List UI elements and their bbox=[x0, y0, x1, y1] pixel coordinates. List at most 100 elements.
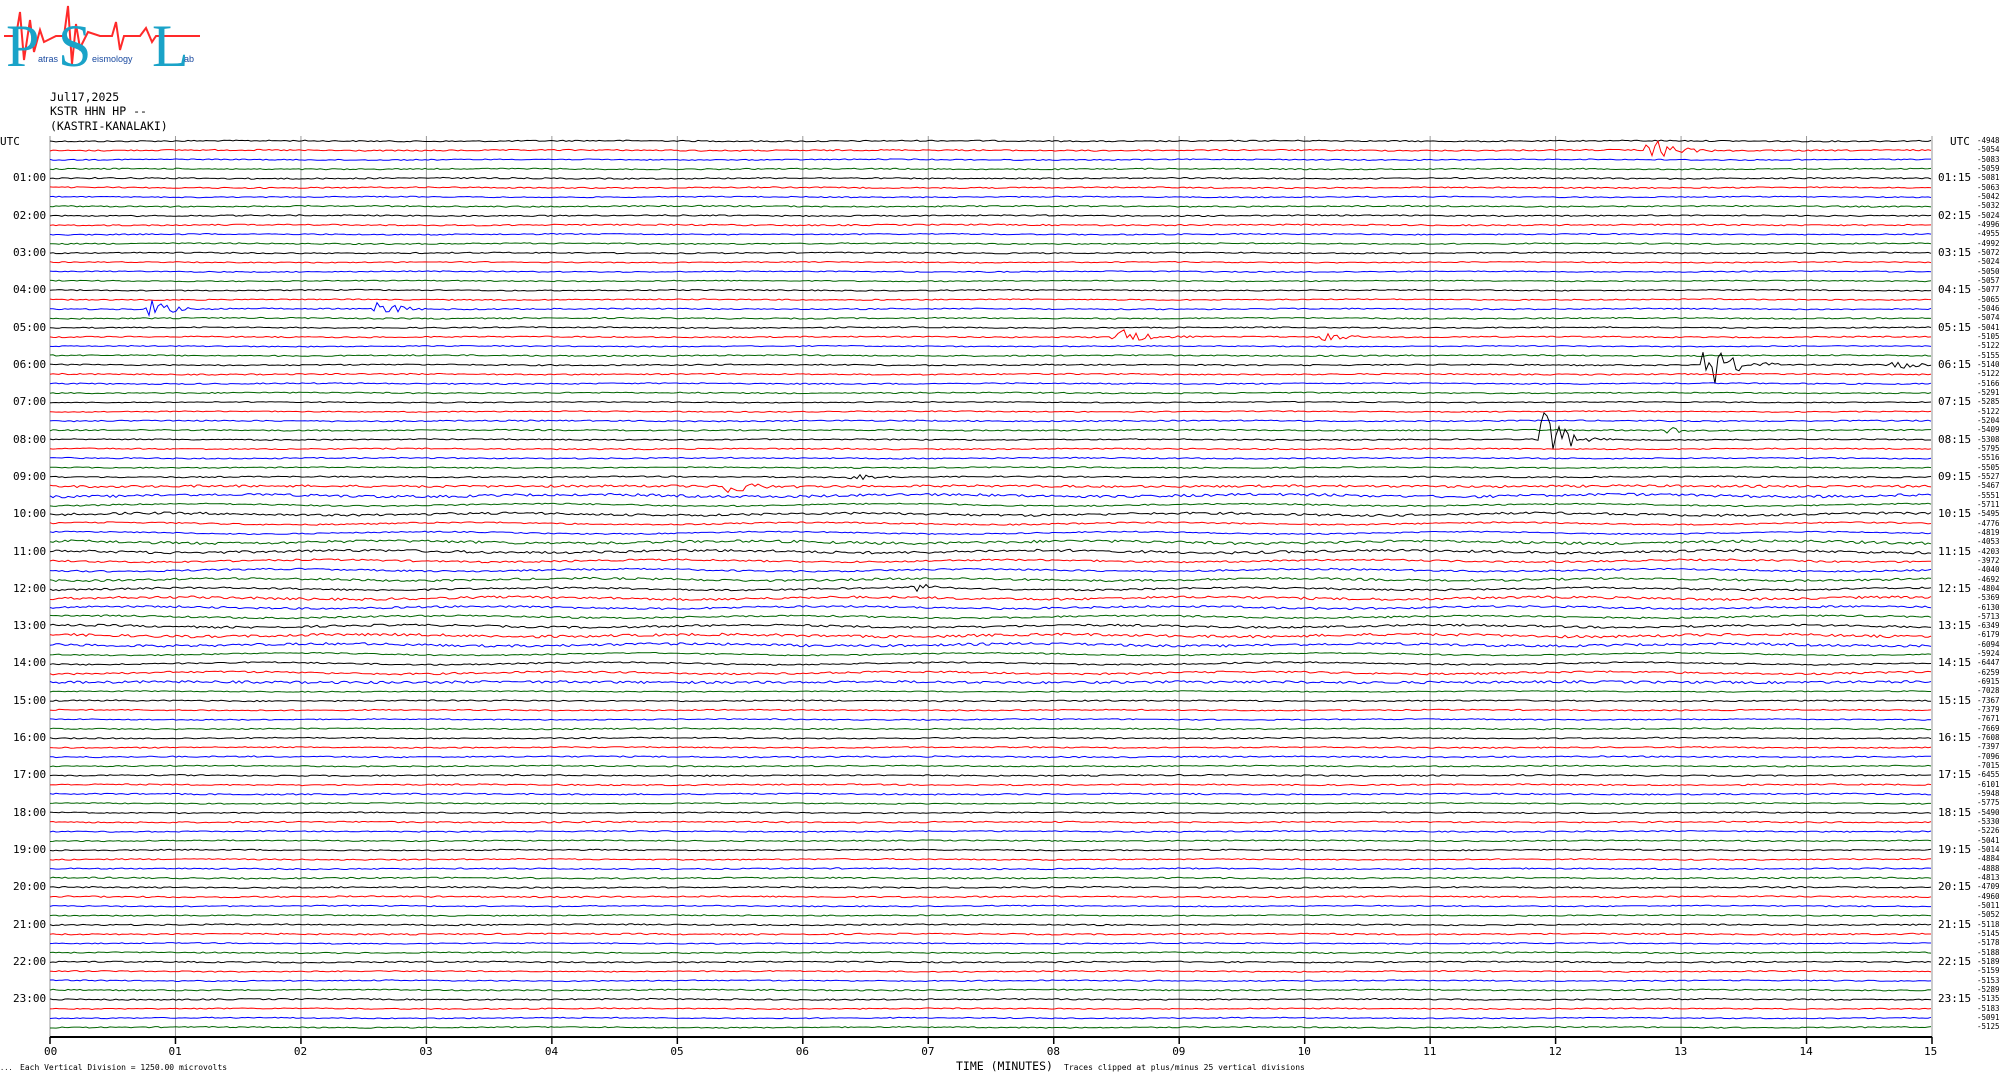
trace-offset-value: -5135 bbox=[1977, 994, 2000, 1004]
trace-offset-value: -3972 bbox=[1977, 555, 2000, 565]
trace-60 bbox=[49, 699, 1932, 703]
trace-74 bbox=[49, 829, 1932, 833]
trace-offset-value: -5495 bbox=[1977, 509, 2000, 519]
trace-offset-value: -5775 bbox=[1977, 798, 2000, 808]
left-hour-label: 09:00 bbox=[13, 469, 47, 483]
trace-offset-value: -4819 bbox=[1977, 527, 2000, 537]
trace-89 bbox=[49, 969, 1932, 973]
trace-offset-value: -4884 bbox=[1977, 854, 2000, 864]
trace-4 bbox=[49, 176, 1932, 180]
trace-17 bbox=[49, 298, 1932, 301]
trace-77 bbox=[49, 857, 1932, 861]
x-tick-label: 05 bbox=[670, 1045, 684, 1058]
trace-offset-value: -6259 bbox=[1977, 667, 2000, 677]
right-hour-label: 16:15 bbox=[1938, 731, 1972, 745]
trace-offset-value: -5711 bbox=[1977, 499, 2000, 509]
trace-35 bbox=[50, 466, 1932, 469]
trace-10 bbox=[49, 232, 1932, 236]
left-hour-label: 23:00 bbox=[13, 992, 47, 1006]
trace-3 bbox=[49, 167, 1932, 171]
trace-offset-value: -4692 bbox=[1977, 574, 2000, 584]
right-hour-label: 10:15 bbox=[1938, 507, 1972, 521]
trace-43 bbox=[49, 539, 1932, 546]
corner-mark: ... bbox=[0, 1064, 13, 1072]
trace-36 bbox=[49, 473, 1932, 481]
trace-offset-value: -5042 bbox=[1977, 191, 2000, 201]
trace-57 bbox=[49, 670, 1932, 676]
left-hour-label: 06:00 bbox=[13, 357, 47, 371]
trace-16 bbox=[49, 288, 1932, 292]
trace-offset-value: -7096 bbox=[1977, 751, 2000, 761]
trace-offset-value: -5924 bbox=[1977, 649, 2000, 659]
trace-offset-value: -5122 bbox=[1977, 369, 2000, 379]
trace-55 bbox=[49, 651, 1932, 657]
trace-offset-value: -6101 bbox=[1977, 779, 2000, 789]
trace-38 bbox=[49, 492, 1932, 499]
trace-30 bbox=[49, 419, 1932, 423]
left-hour-label: 15:00 bbox=[13, 693, 47, 707]
trace-offset-value: -5467 bbox=[1977, 481, 2000, 491]
trace-offset-value: -5122 bbox=[1977, 406, 2000, 416]
trace-offset-value: -5014 bbox=[1977, 845, 2000, 855]
logo-text-eismology: eismology bbox=[92, 54, 133, 64]
trace-offset-value: -5551 bbox=[1977, 490, 2000, 500]
left-hour-label: 12:00 bbox=[13, 581, 47, 595]
trace-offset-value: -7379 bbox=[1977, 705, 2000, 715]
trace-11 bbox=[49, 242, 1932, 246]
trace-offset-value: -5516 bbox=[1977, 453, 2000, 463]
left-hour-label: 08:00 bbox=[13, 432, 47, 446]
right-hour-label: 17:15 bbox=[1938, 768, 1972, 782]
trace-83 bbox=[49, 914, 1932, 917]
trace-offset-value: -5505 bbox=[1977, 462, 2000, 472]
trace-offset-value: -5081 bbox=[1977, 173, 2000, 183]
trace-52 bbox=[49, 623, 1932, 629]
trace-27 bbox=[49, 391, 1932, 395]
trace-offset-value: -5188 bbox=[1977, 947, 2000, 957]
right-hour-label: 08:15 bbox=[1938, 432, 1972, 446]
logo-letter-s: S bbox=[58, 13, 91, 76]
right-utc-label: UTC bbox=[1950, 135, 1970, 148]
right-hour-label: 09:15 bbox=[1938, 469, 1972, 483]
trace-61 bbox=[49, 708, 1932, 712]
left-hour-label: 20:00 bbox=[13, 880, 47, 894]
trace-68 bbox=[49, 773, 1932, 777]
trace-31 bbox=[49, 427, 1931, 434]
trace-offset-value: -4948 bbox=[1977, 136, 2000, 145]
trace-76 bbox=[49, 848, 1932, 852]
trace-81 bbox=[49, 895, 1932, 899]
trace-offset-value: -5050 bbox=[1977, 266, 2000, 276]
trace-94 bbox=[49, 1016, 1932, 1020]
trace-29 bbox=[49, 410, 1932, 413]
trace-offset-value: -5490 bbox=[1977, 807, 2000, 817]
trace-offset-value: -5189 bbox=[1977, 957, 2000, 967]
trace-39 bbox=[49, 502, 1932, 508]
trace-offset-value: -4955 bbox=[1977, 229, 2000, 239]
trace-offset-value: -5046 bbox=[1977, 303, 2000, 313]
trace-71 bbox=[49, 802, 1931, 805]
trace-offset-value: -4992 bbox=[1977, 238, 2000, 248]
trace-25 bbox=[49, 372, 1932, 376]
x-tick-label: 04 bbox=[544, 1045, 559, 1058]
x-tick-label: 13 bbox=[1674, 1045, 1688, 1058]
trace-66 bbox=[50, 755, 1932, 759]
trace-offset-value: -6455 bbox=[1977, 770, 2000, 780]
trace-offset-value: -5024 bbox=[1977, 257, 2000, 267]
trace-5 bbox=[49, 186, 1932, 190]
trace-offset-value: -5024 bbox=[1977, 210, 2000, 220]
trace-offset-value: -5072 bbox=[1977, 247, 2000, 257]
trace-offset-value: -7028 bbox=[1977, 686, 2000, 696]
trace-62 bbox=[49, 718, 1932, 721]
header-station: KSTR HHN HP -- bbox=[50, 104, 147, 118]
trace-63 bbox=[49, 727, 1932, 731]
trace-offset-value: -5155 bbox=[1977, 350, 2000, 360]
trace-offset-value: -5057 bbox=[1977, 275, 2000, 285]
trace-51 bbox=[49, 614, 1932, 620]
trace-34 bbox=[49, 456, 1932, 460]
x-tick-label: 10 bbox=[1297, 1045, 1311, 1058]
trace-21 bbox=[49, 329, 1932, 342]
left-hour-label: 16:00 bbox=[13, 731, 47, 745]
header-date: Jul17,2025 bbox=[50, 90, 120, 104]
trace-offset-value: -5065 bbox=[1977, 294, 2000, 304]
trace-offset-value: -5091 bbox=[1977, 1013, 2000, 1023]
trace-45 bbox=[49, 558, 1932, 564]
